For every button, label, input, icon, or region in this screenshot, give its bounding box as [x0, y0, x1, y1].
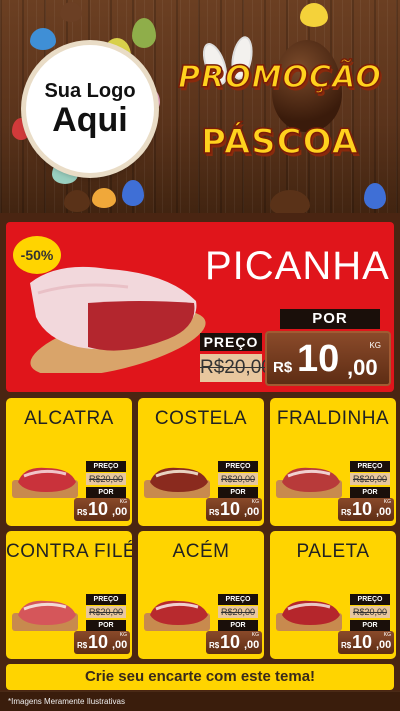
old-price-value: R$20,00 [218, 606, 258, 618]
meat-image [144, 467, 210, 498]
old-price-text: R$20,00 [220, 474, 256, 484]
meat-image [12, 467, 78, 498]
new-price-box: R$ 10 ,00 KG [74, 498, 130, 521]
price-unit: KG [383, 632, 391, 638]
currency-symbol: R$ [341, 641, 352, 650]
price-unit: KG [251, 499, 259, 505]
product-card: CONTRA FILÉ PREÇO R$20,00 POR R$ 10 ,00 … [6, 531, 132, 659]
old-price-label: PREÇO [218, 461, 258, 472]
product-card: COSTELA PREÇO R$20,00 POR R$ 10 ,00 KG [138, 398, 264, 526]
old-price-label: PREÇO [350, 461, 390, 472]
promo-title: PROMOÇÃO [177, 59, 382, 96]
easter-egg-decoration [30, 28, 56, 50]
price-integer: 10 [220, 499, 241, 519]
price-integer: 10 [297, 338, 340, 380]
old-price-text: R$20,00 [352, 474, 388, 484]
new-price-box: R$ 10 ,00 KG [338, 631, 394, 654]
product-card: ALCATRA PREÇO R$20,00 POR R$ 10 ,00 KG [6, 398, 132, 526]
price-decimal: ,00 [376, 506, 392, 518]
currency-symbol: R$ [209, 641, 220, 650]
new-price-box: R$ 10 ,00 KG [74, 631, 130, 654]
price-unit: KG [251, 632, 259, 638]
product-card: FRALDINHA PREÇO R$20,00 POR R$ 10 ,00 KG [270, 398, 396, 526]
easter-egg-decoration [64, 190, 90, 212]
old-price-value: R$20,00 [200, 354, 272, 382]
meat-image [144, 600, 210, 631]
cta-banner[interactable]: Crie seu encarte com este tema! [6, 664, 394, 690]
new-price-label: POR [218, 487, 258, 498]
logo-text-line1: Sua Logo [44, 80, 136, 102]
old-price-text: R$20,00 [200, 357, 272, 378]
product-card: ACÉM PREÇO R$20,00 POR R$ 10 ,00 KG [138, 531, 264, 659]
disclaimer-footnote: *Imagens Meramente Ilustrativas [8, 697, 125, 706]
new-price-label: POR [280, 309, 380, 329]
product-name: ACÉM [172, 541, 230, 562]
price-integer: 10 [220, 632, 241, 652]
new-price-label: POR [350, 620, 390, 631]
product-name: PALETA [296, 541, 370, 562]
price-integer: 10 [88, 499, 109, 519]
meat-image [276, 600, 342, 631]
old-price-value: R$20,00 [86, 606, 126, 618]
product-name: COSTELA [154, 408, 248, 429]
featured-product-name: PICANHA [205, 244, 390, 288]
product-name: FRALDINHA [276, 408, 390, 429]
new-price-box: R$ 10 ,00 KG [206, 498, 262, 521]
easter-egg-decoration [122, 180, 144, 206]
old-price-value: R$20,00 [350, 473, 390, 485]
old-price-value: R$20,00 [218, 473, 258, 485]
currency-symbol: R$ [341, 508, 352, 517]
old-price-text: R$20,00 [88, 607, 124, 617]
currency-symbol: R$ [77, 508, 88, 517]
price-integer: 10 [352, 632, 373, 652]
old-price-label: PREÇO [218, 594, 258, 605]
price-decimal: ,00 [112, 506, 128, 518]
product-name: CONTRA FILÉ [6, 541, 132, 562]
old-price-text: R$20,00 [220, 607, 256, 617]
store-logo-placeholder: Sua Logo Aqui [26, 45, 154, 173]
price-unit: KG [369, 341, 381, 350]
new-price-label: POR [350, 487, 390, 498]
currency-symbol: R$ [209, 508, 220, 517]
easter-egg-decoration [92, 188, 116, 208]
old-price-label: PREÇO [86, 594, 126, 605]
easter-egg-decoration [300, 3, 328, 27]
old-price-label: PREÇO [86, 461, 126, 472]
new-price-label: POR [218, 620, 258, 631]
price-decimal: ,00 [347, 355, 378, 380]
price-unit: KG [119, 632, 127, 638]
new-price-box: R$ 10 ,00 KG [265, 331, 391, 386]
old-price-label: PREÇO [200, 333, 262, 351]
product-card: PALETA PREÇO R$20,00 POR R$ 10 ,00 KG [270, 531, 396, 659]
price-decimal: ,00 [376, 639, 392, 651]
easter-egg-decoration [60, 2, 82, 22]
easter-egg-decoration [132, 18, 156, 48]
new-price-label: POR [86, 487, 126, 498]
price-decimal: ,00 [112, 639, 128, 651]
discount-badge: -50% [13, 236, 61, 274]
new-price-box: R$ 10 ,00 KG [338, 498, 394, 521]
price-decimal: ,00 [244, 506, 260, 518]
currency-symbol: R$ [77, 641, 88, 650]
product-name: ALCATRA [24, 408, 114, 429]
price-unit: KG [119, 499, 127, 505]
easter-egg-decoration [364, 183, 386, 209]
price-integer: 10 [88, 632, 109, 652]
meat-image [12, 600, 78, 631]
new-price-label: POR [86, 620, 126, 631]
old-price-value: R$20,00 [86, 473, 126, 485]
old-price-value: R$20,00 [350, 606, 390, 618]
meat-image [276, 467, 342, 498]
price-decimal: ,00 [244, 639, 260, 651]
currency-symbol: R$ [273, 359, 293, 376]
new-price-box: R$ 10 ,00 KG [206, 631, 262, 654]
logo-text-line2: Aqui [52, 101, 128, 139]
price-integer: 10 [352, 499, 373, 519]
promo-subtitle: PÁSCOA [200, 121, 359, 163]
old-price-label: PREÇO [350, 594, 390, 605]
old-price-text: R$20,00 [88, 474, 124, 484]
old-price-text: R$20,00 [352, 607, 388, 617]
price-unit: KG [383, 499, 391, 505]
